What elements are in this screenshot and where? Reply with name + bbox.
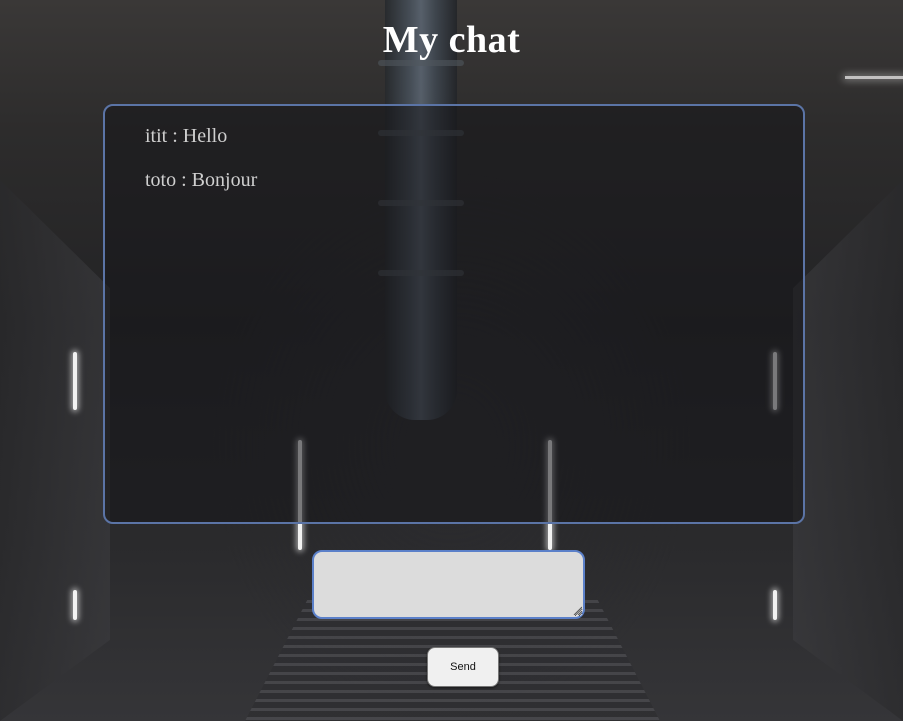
send-button[interactable]: Send	[427, 647, 499, 687]
ceiling-light	[845, 76, 903, 79]
chat-message: toto : Bonjour	[145, 169, 258, 191]
wall-light	[773, 590, 777, 620]
corridor-wall-left	[0, 180, 110, 721]
chat-messages-panel[interactable]: itit : Hello toto : Bonjour	[103, 104, 805, 524]
wall-light	[73, 352, 77, 410]
chat-message: itit : Hello	[145, 125, 228, 147]
corridor-wall-right	[793, 180, 903, 721]
wall-light	[73, 590, 77, 620]
message-input[interactable]	[312, 550, 585, 619]
page-title: My chat	[382, 19, 521, 61]
